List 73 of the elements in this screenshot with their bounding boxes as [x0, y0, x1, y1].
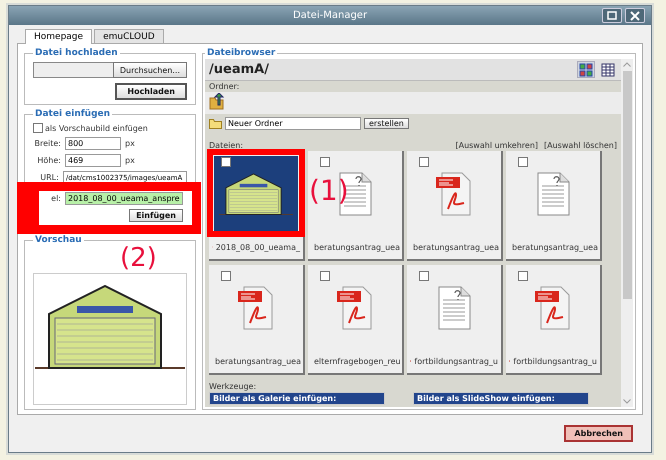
checkbox[interactable] [33, 123, 43, 133]
cancel-button[interactable]: Abbrechen [564, 425, 633, 442]
title-field[interactable]: 2018_08_00_ueama_anspre [65, 192, 183, 205]
checkbox[interactable] [518, 271, 528, 281]
file-tile[interactable]: beratungsantrag_uea [506, 151, 602, 261]
checkbox-label: als Vorschaubild einfügen [45, 124, 148, 132]
upload-button[interactable]: Hochladen [115, 83, 187, 100]
checkbox[interactable] [320, 271, 330, 281]
file-name: beratungsantrag_uea [215, 356, 301, 366]
clear-selection-link[interactable]: [Auswahl löschen] [544, 141, 617, 150]
tools-label: Werkzeuge: [208, 381, 258, 392]
files-label: Dateien: [209, 141, 244, 150]
file-name: fortbildungsantrag_u [414, 356, 498, 366]
unknown-file-icon [437, 286, 471, 330]
file-name: 2018_08_00_ueama_ [216, 242, 300, 252]
insert-button[interactable]: Einfügen [129, 209, 183, 222]
file-tile[interactable]: fortbildungsantrag_u [407, 265, 503, 375]
file-tile[interactable]: beratungsantrag_uea [407, 151, 503, 261]
tool-header: Bilder als Galerie einfügen: [209, 392, 385, 405]
list-view-icon [601, 62, 615, 76]
tool-header: Bilder als SlideShow einfügen: [413, 392, 589, 405]
list-view-button[interactable] [599, 61, 617, 78]
field-label: Höhe: [36, 156, 61, 165]
tab[interactable]: Homepage [25, 29, 92, 44]
file-name: fortbildungsantrag_u [513, 356, 597, 366]
annotation-label: (2) [120, 245, 157, 271]
file-name: beratungsantrag_uea [512, 242, 598, 252]
file-path-field[interactable] [33, 62, 113, 78]
height-field[interactable]: 469 [65, 154, 121, 167]
file-name: elternfragebogen_reu [314, 356, 401, 366]
window-title: Datei-Manager [292, 10, 368, 21]
grid-view-icon [579, 62, 593, 76]
invert-selection-link[interactable]: [Auswahl umkehren] [455, 141, 538, 150]
field-label: URL: [39, 173, 59, 182]
new-folder-field[interactable]: Neuer Ordner [225, 117, 361, 130]
maximize-button[interactable] [602, 8, 622, 23]
close-icon [630, 10, 640, 20]
unknown-file-icon [536, 172, 570, 216]
tab[interactable]: emuCLOUD [94, 29, 164, 43]
unit-label: px [125, 156, 135, 165]
file-tile[interactable]: 2018_08_00_ueama_ [209, 151, 305, 261]
file-name: beratungsantrag_uea [314, 242, 400, 252]
maximize-icon [607, 11, 617, 20]
folder-icon [209, 118, 222, 129]
checkbox[interactable] [320, 157, 330, 167]
scroll-down-icon [623, 399, 631, 404]
file-name: beratungsantrag_uea [413, 242, 499, 252]
checkbox[interactable] [419, 271, 429, 281]
file-tile[interactable]: fortbildungsantrag_u [506, 265, 602, 375]
checkbox[interactable] [518, 157, 528, 167]
checkbox[interactable] [419, 157, 429, 167]
folder-path: /ueamA/ [209, 62, 270, 77]
unit-label: px [125, 139, 135, 148]
section-title: Dateibrowser [206, 48, 276, 58]
close-button[interactable] [625, 8, 645, 23]
annotation-label: (1) [309, 177, 349, 205]
section-title: Datei einfügen [34, 109, 112, 119]
checkbox[interactable] [221, 157, 231, 167]
width-field[interactable]: 800 [65, 137, 121, 150]
folders-label: Ordner: [208, 81, 240, 92]
file-tile[interactable]: beratungsantrag_uea [209, 265, 305, 375]
grid-view-button[interactable] [577, 61, 595, 78]
folder-up-icon [209, 93, 225, 110]
scroll-up-icon [623, 62, 631, 67]
section-title: Vorschau [34, 235, 83, 245]
section-title: Datei hochladen [34, 48, 119, 58]
file-tile[interactable]: elternfragebogen_reu [308, 265, 404, 375]
browse-button[interactable]: Durchsuchen... [112, 62, 187, 78]
field-label: Breite: [34, 139, 61, 148]
checkbox[interactable] [221, 271, 231, 281]
create-button[interactable]: erstellen [364, 118, 409, 129]
scrollbar[interactable] [621, 59, 633, 407]
field-label: el: [50, 194, 61, 203]
